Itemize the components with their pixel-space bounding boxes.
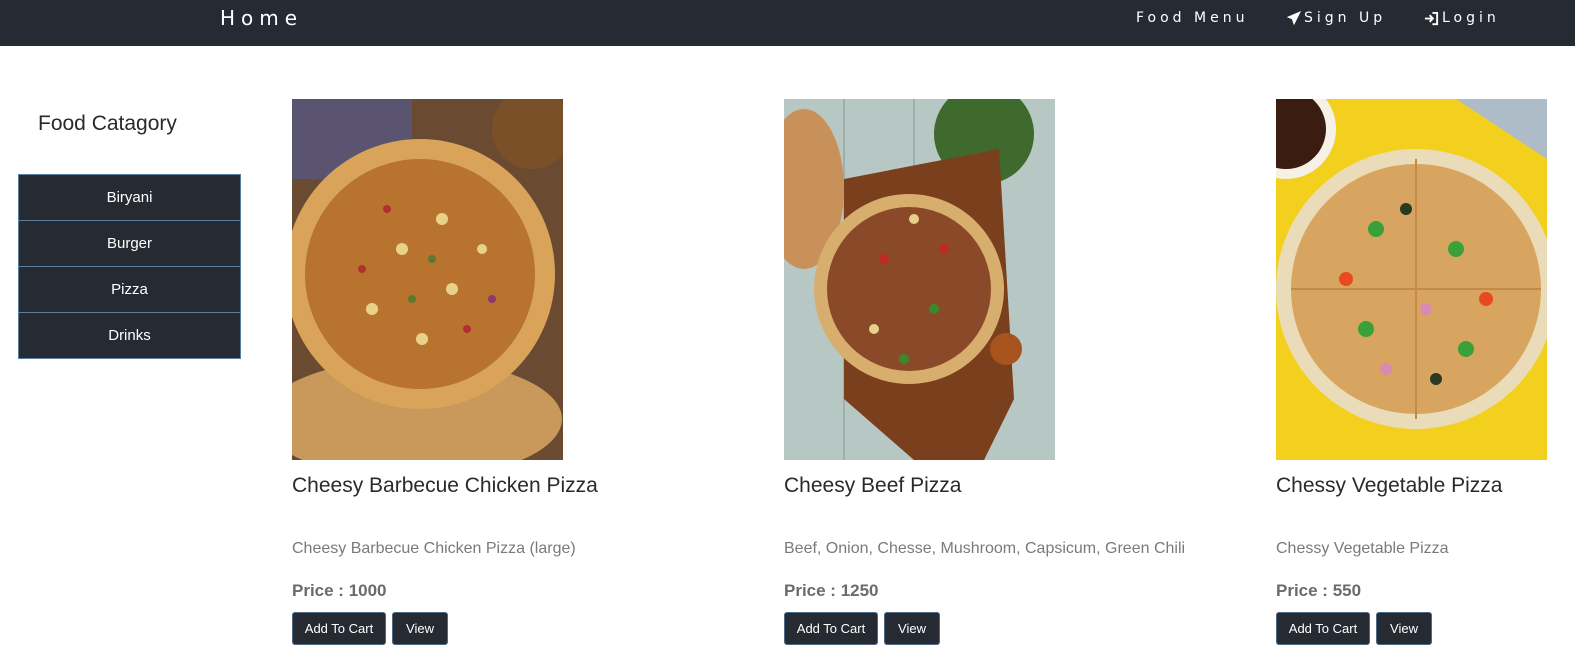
view-button[interactable]: View <box>1376 612 1432 645</box>
login-link[interactable]: Login <box>1424 10 1500 26</box>
product-title: Cheesy Barbecue Chicken Pizza <box>292 474 598 497</box>
category-item-pizza[interactable]: Pizza <box>18 266 241 313</box>
product-description: Chessy Vegetable Pizza <box>1276 540 1449 557</box>
add-to-cart-button[interactable]: Add To Cart <box>1276 612 1370 645</box>
view-button[interactable]: View <box>884 612 940 645</box>
category-item-drinks[interactable]: Drinks <box>18 312 241 359</box>
sign-up-link[interactable]: Sign Up <box>1287 10 1386 26</box>
add-to-cart-button[interactable]: Add To Cart <box>292 612 386 645</box>
product-title: Chessy Vegetable Pizza <box>1276 474 1503 497</box>
product-image[interactable] <box>292 99 563 460</box>
category-item-burger[interactable]: Burger <box>18 220 241 267</box>
product-price: Price : 1000 <box>292 581 387 600</box>
product-price: Price : 1250 <box>784 581 879 600</box>
view-button[interactable]: View <box>392 612 448 645</box>
login-label: Login <box>1442 10 1500 26</box>
sign-in-icon <box>1424 11 1439 25</box>
sign-up-label: Sign Up <box>1304 10 1387 26</box>
home-link[interactable]: Home <box>220 6 303 30</box>
product-description: Beef, Onion, Chesse, Mushroom, Capsicum,… <box>784 540 1186 557</box>
category-list: Biryani Burger Pizza Drinks <box>18 174 241 359</box>
product-description: Cheesy Barbecue Chicken Pizza (large) <box>292 540 576 557</box>
product-price: Price : 550 <box>1276 581 1362 600</box>
food-menu-link[interactable]: Food Menu <box>1136 10 1248 26</box>
add-to-cart-button[interactable]: Add To Cart <box>784 612 878 645</box>
product-image[interactable] <box>1276 99 1547 460</box>
category-item-biryani[interactable]: Biryani <box>18 174 241 221</box>
category-heading: Food Catagory <box>38 112 177 135</box>
food-menu-label: Food Menu <box>1136 10 1249 26</box>
product-title: Cheesy Beef Pizza <box>784 474 962 497</box>
paper-plane-icon <box>1287 11 1301 25</box>
navbar: Home Food Menu Sign Up Login <box>0 0 1575 46</box>
product-image[interactable] <box>784 99 1055 460</box>
